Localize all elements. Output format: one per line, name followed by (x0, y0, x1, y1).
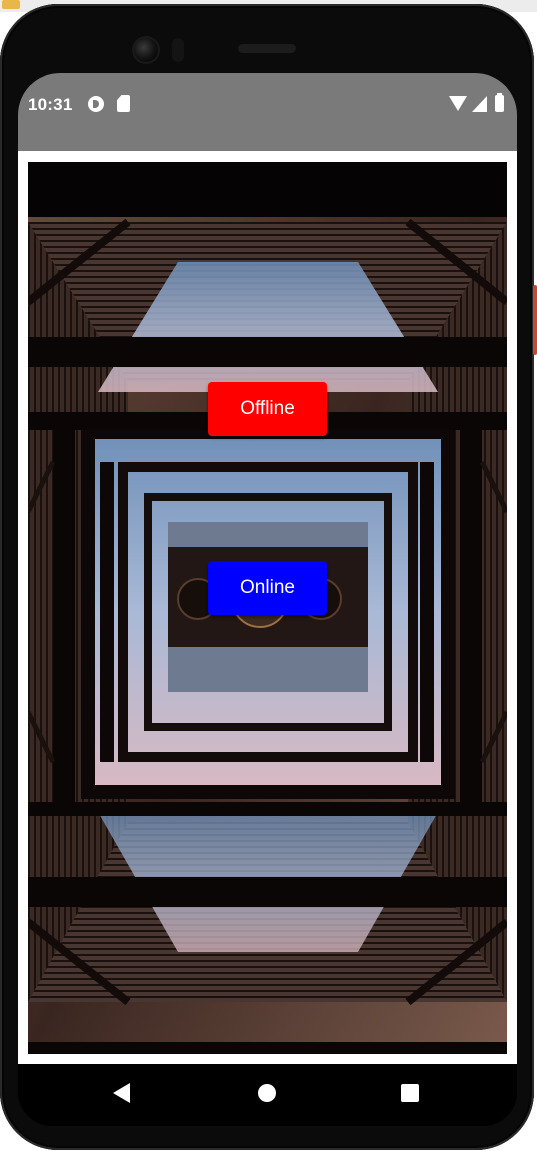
online-button[interactable]: Online (208, 561, 327, 615)
status-time: 10:31 (28, 95, 73, 114)
sd-card-icon (117, 95, 130, 112)
status-bar: 10:31 (18, 73, 517, 151)
phone-bezel-top (0, 4, 534, 74)
phone-frame: 10:31 Offline Online (0, 4, 534, 1150)
offline-button[interactable]: Offline (208, 382, 327, 436)
navigation-bar (18, 1064, 517, 1126)
device-screen: 10:31 Offline Online (18, 73, 517, 1126)
home-icon[interactable] (258, 1084, 276, 1102)
cell-signal-icon (472, 96, 487, 112)
front-camera-icon (134, 38, 158, 62)
app-content: Offline Online (18, 151, 517, 1064)
back-icon[interactable] (113, 1083, 130, 1103)
battery-icon (495, 93, 504, 112)
proximity-sensor-icon (172, 38, 184, 62)
side-power-button (533, 285, 537, 355)
recents-icon[interactable] (401, 1084, 419, 1102)
wifi-icon (449, 96, 467, 111)
data-saver-icon (88, 96, 104, 112)
earpiece-speaker-icon (238, 44, 296, 53)
